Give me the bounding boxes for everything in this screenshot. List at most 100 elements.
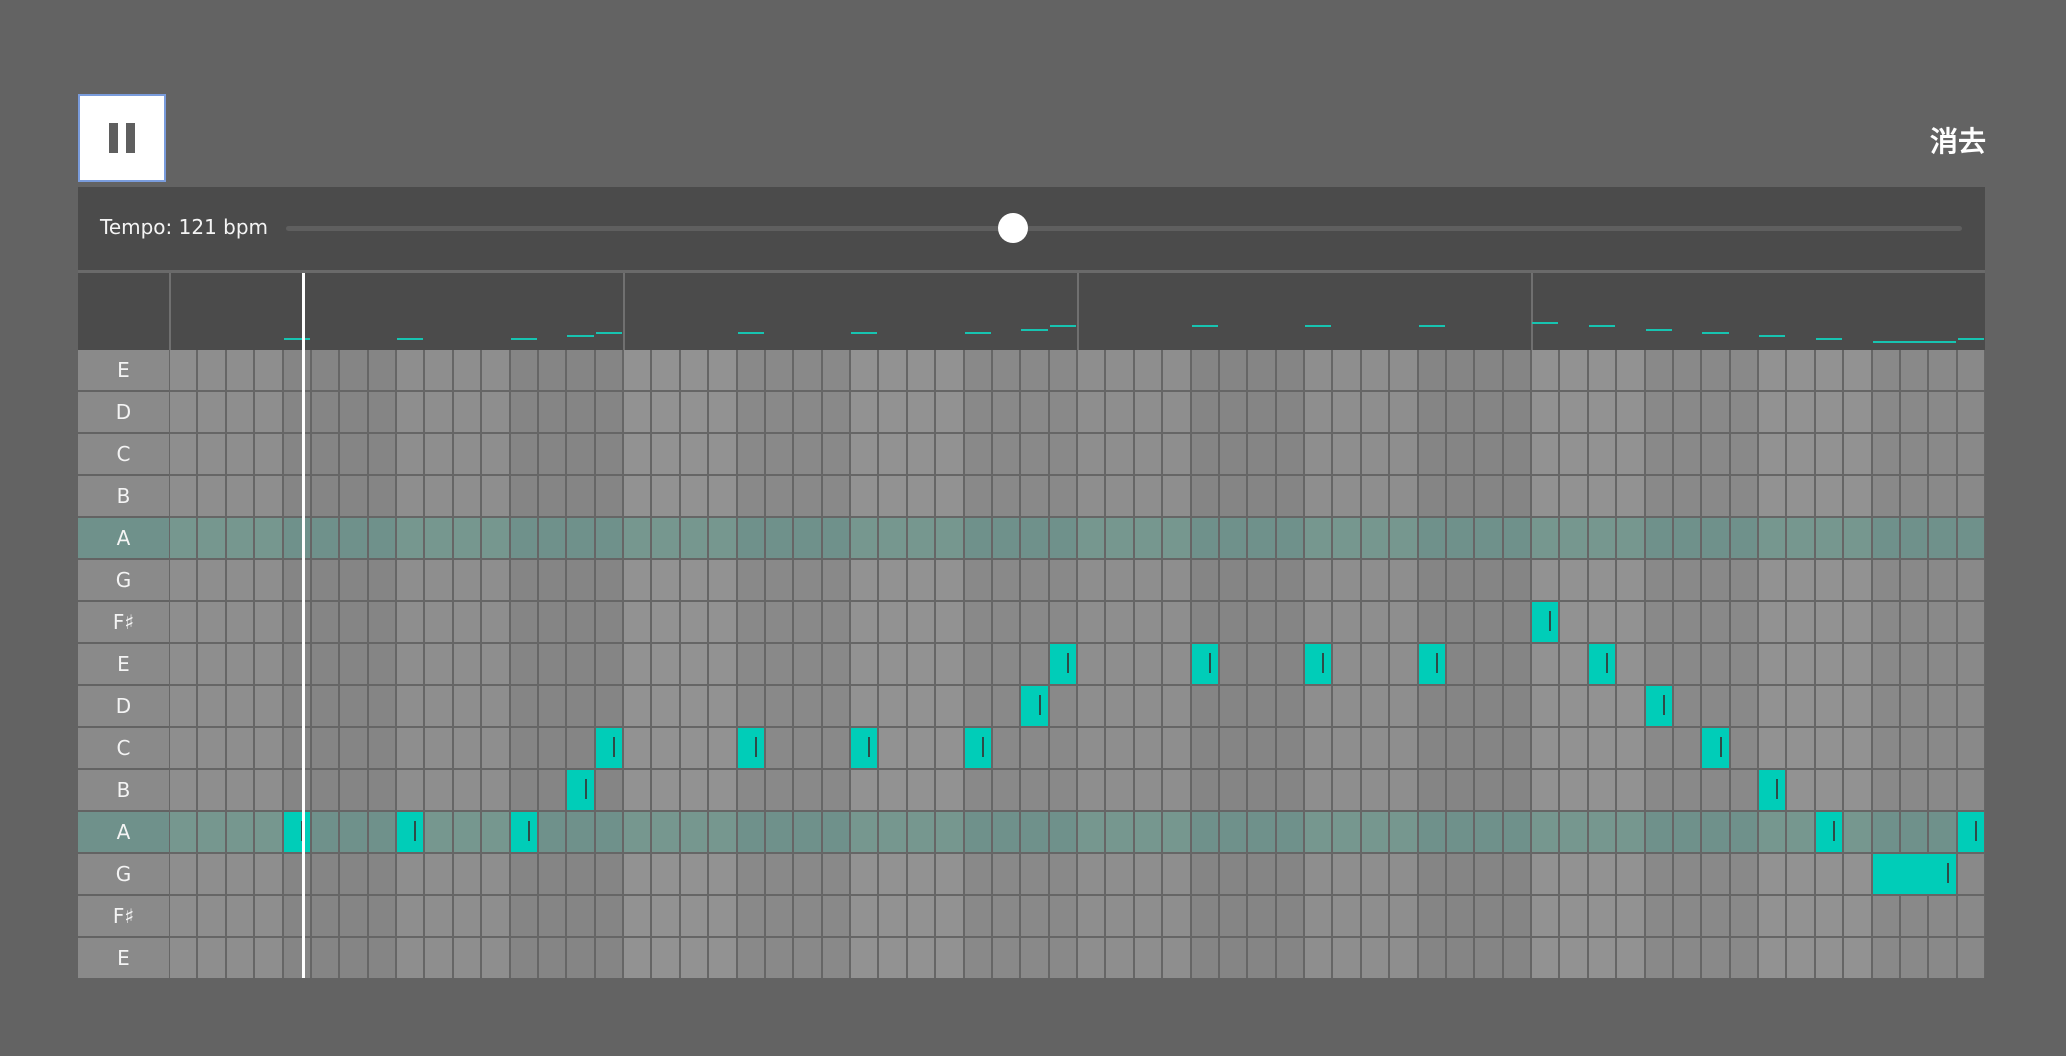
grid-cell[interactable] xyxy=(567,518,594,558)
grid-cell[interactable] xyxy=(879,728,906,768)
grid-cell[interactable] xyxy=(1787,476,1814,516)
grid-cell[interactable] xyxy=(992,854,1020,894)
grid-cell[interactable] xyxy=(1730,350,1757,390)
grid-cell[interactable] xyxy=(1276,770,1303,810)
grid-cell[interactable] xyxy=(1276,392,1303,432)
grid-cell[interactable] xyxy=(170,686,197,726)
grid-cell[interactable] xyxy=(538,518,566,558)
grid-cell[interactable] xyxy=(1787,938,1814,978)
note-block[interactable] xyxy=(567,770,594,810)
grid-cell[interactable] xyxy=(1475,686,1502,726)
grid-cell[interactable] xyxy=(1503,602,1530,642)
grid-cell[interactable] xyxy=(170,392,197,432)
grid-cell[interactable] xyxy=(453,686,481,726)
grid-cell[interactable] xyxy=(1673,476,1701,516)
grid-cell[interactable] xyxy=(595,644,622,684)
grid-cell[interactable] xyxy=(1361,518,1389,558)
grid-cell[interactable] xyxy=(425,728,452,768)
grid-cell[interactable] xyxy=(1134,602,1162,642)
grid-cell[interactable] xyxy=(1191,434,1218,474)
grid-cell[interactable] xyxy=(765,602,793,642)
grid-cell[interactable] xyxy=(1503,686,1530,726)
grid-cell[interactable] xyxy=(1021,896,1048,936)
grid-cell[interactable] xyxy=(1078,938,1105,978)
grid-cell[interactable] xyxy=(1560,602,1587,642)
overview-bar[interactable] xyxy=(1531,273,1985,350)
grid-cell[interactable] xyxy=(1134,938,1162,978)
grid-cell[interactable] xyxy=(907,812,935,852)
grid-cell[interactable] xyxy=(1560,812,1587,852)
grid-cell[interactable] xyxy=(1248,476,1275,516)
grid-cell[interactable] xyxy=(964,518,991,558)
grid-cell[interactable] xyxy=(397,518,424,558)
grid-cell[interactable] xyxy=(311,770,339,810)
grid-cell[interactable] xyxy=(1361,896,1389,936)
grid-cell[interactable] xyxy=(737,392,764,432)
grid-cell[interactable] xyxy=(1021,644,1048,684)
grid-cell[interactable] xyxy=(595,812,622,852)
grid-cell[interactable] xyxy=(595,434,622,474)
grid-cell[interactable] xyxy=(1900,518,1928,558)
grid-cell[interactable] xyxy=(1532,350,1559,390)
grid-cell[interactable] xyxy=(1305,392,1332,432)
grid-cell[interactable] xyxy=(1673,728,1701,768)
grid-cell[interactable] xyxy=(1844,854,1871,894)
grid-cell[interactable] xyxy=(567,434,594,474)
grid-cell[interactable] xyxy=(1617,896,1644,936)
grid-cell[interactable] xyxy=(340,728,367,768)
grid-cell[interactable] xyxy=(1787,560,1814,600)
grid-cell[interactable] xyxy=(1645,602,1672,642)
grid-cell[interactable] xyxy=(368,518,395,558)
grid-cell[interactable] xyxy=(255,854,282,894)
grid-cell[interactable] xyxy=(170,518,197,558)
grid-cell[interactable] xyxy=(1503,644,1530,684)
grid-cell[interactable] xyxy=(311,812,339,852)
grid-cell[interactable] xyxy=(283,476,310,516)
grid-cell[interactable] xyxy=(283,392,310,432)
grid-cell[interactable] xyxy=(1560,938,1587,978)
grid-cell[interactable] xyxy=(510,686,537,726)
grid-cell[interactable] xyxy=(1872,644,1899,684)
grid-cell[interactable] xyxy=(1191,518,1218,558)
note-block[interactable] xyxy=(1021,686,1048,726)
grid-cell[interactable] xyxy=(1503,560,1530,600)
grid-cell[interactable] xyxy=(1333,770,1360,810)
grid-cell[interactable] xyxy=(340,770,367,810)
grid-cell[interactable] xyxy=(1305,686,1332,726)
grid-cell[interactable] xyxy=(851,602,878,642)
grid-cell[interactable] xyxy=(1560,350,1587,390)
grid-cell[interactable] xyxy=(255,518,282,558)
grid-cell[interactable] xyxy=(1248,434,1275,474)
grid-cell[interactable] xyxy=(368,392,395,432)
grid-cell[interactable] xyxy=(1475,896,1502,936)
grid-cell[interactable] xyxy=(198,770,225,810)
grid-cell[interactable] xyxy=(1106,602,1133,642)
grid-cell[interactable] xyxy=(482,560,509,600)
grid-cell[interactable] xyxy=(425,602,452,642)
grid-cell[interactable] xyxy=(936,812,963,852)
grid-cell[interactable] xyxy=(1078,518,1105,558)
grid-cell[interactable] xyxy=(1191,350,1218,390)
grid-cell[interactable] xyxy=(368,644,395,684)
grid-cell[interactable] xyxy=(1248,686,1275,726)
grid-cell[interactable] xyxy=(1446,602,1474,642)
grid-cell[interactable] xyxy=(737,770,764,810)
note-block[interactable] xyxy=(1191,644,1218,684)
grid-cell[interactable] xyxy=(1333,350,1360,390)
grid-cell[interactable] xyxy=(680,728,708,768)
grid-cell[interactable] xyxy=(794,392,821,432)
grid-cell[interactable] xyxy=(1900,812,1928,852)
grid-cell[interactable] xyxy=(1248,770,1275,810)
grid-cell[interactable] xyxy=(1815,602,1843,642)
grid-cell[interactable] xyxy=(1276,560,1303,600)
grid-cell[interactable] xyxy=(170,434,197,474)
grid-cell[interactable] xyxy=(311,560,339,600)
grid-cell[interactable] xyxy=(1759,854,1786,894)
grid-cell[interactable] xyxy=(453,350,481,390)
grid-cell[interactable] xyxy=(1219,644,1247,684)
grid-cell[interactable] xyxy=(1730,644,1757,684)
grid-cell[interactable] xyxy=(567,476,594,516)
grid-cell[interactable] xyxy=(425,686,452,726)
grid-cell[interactable] xyxy=(1021,518,1048,558)
grid-cell[interactable] xyxy=(1730,854,1757,894)
